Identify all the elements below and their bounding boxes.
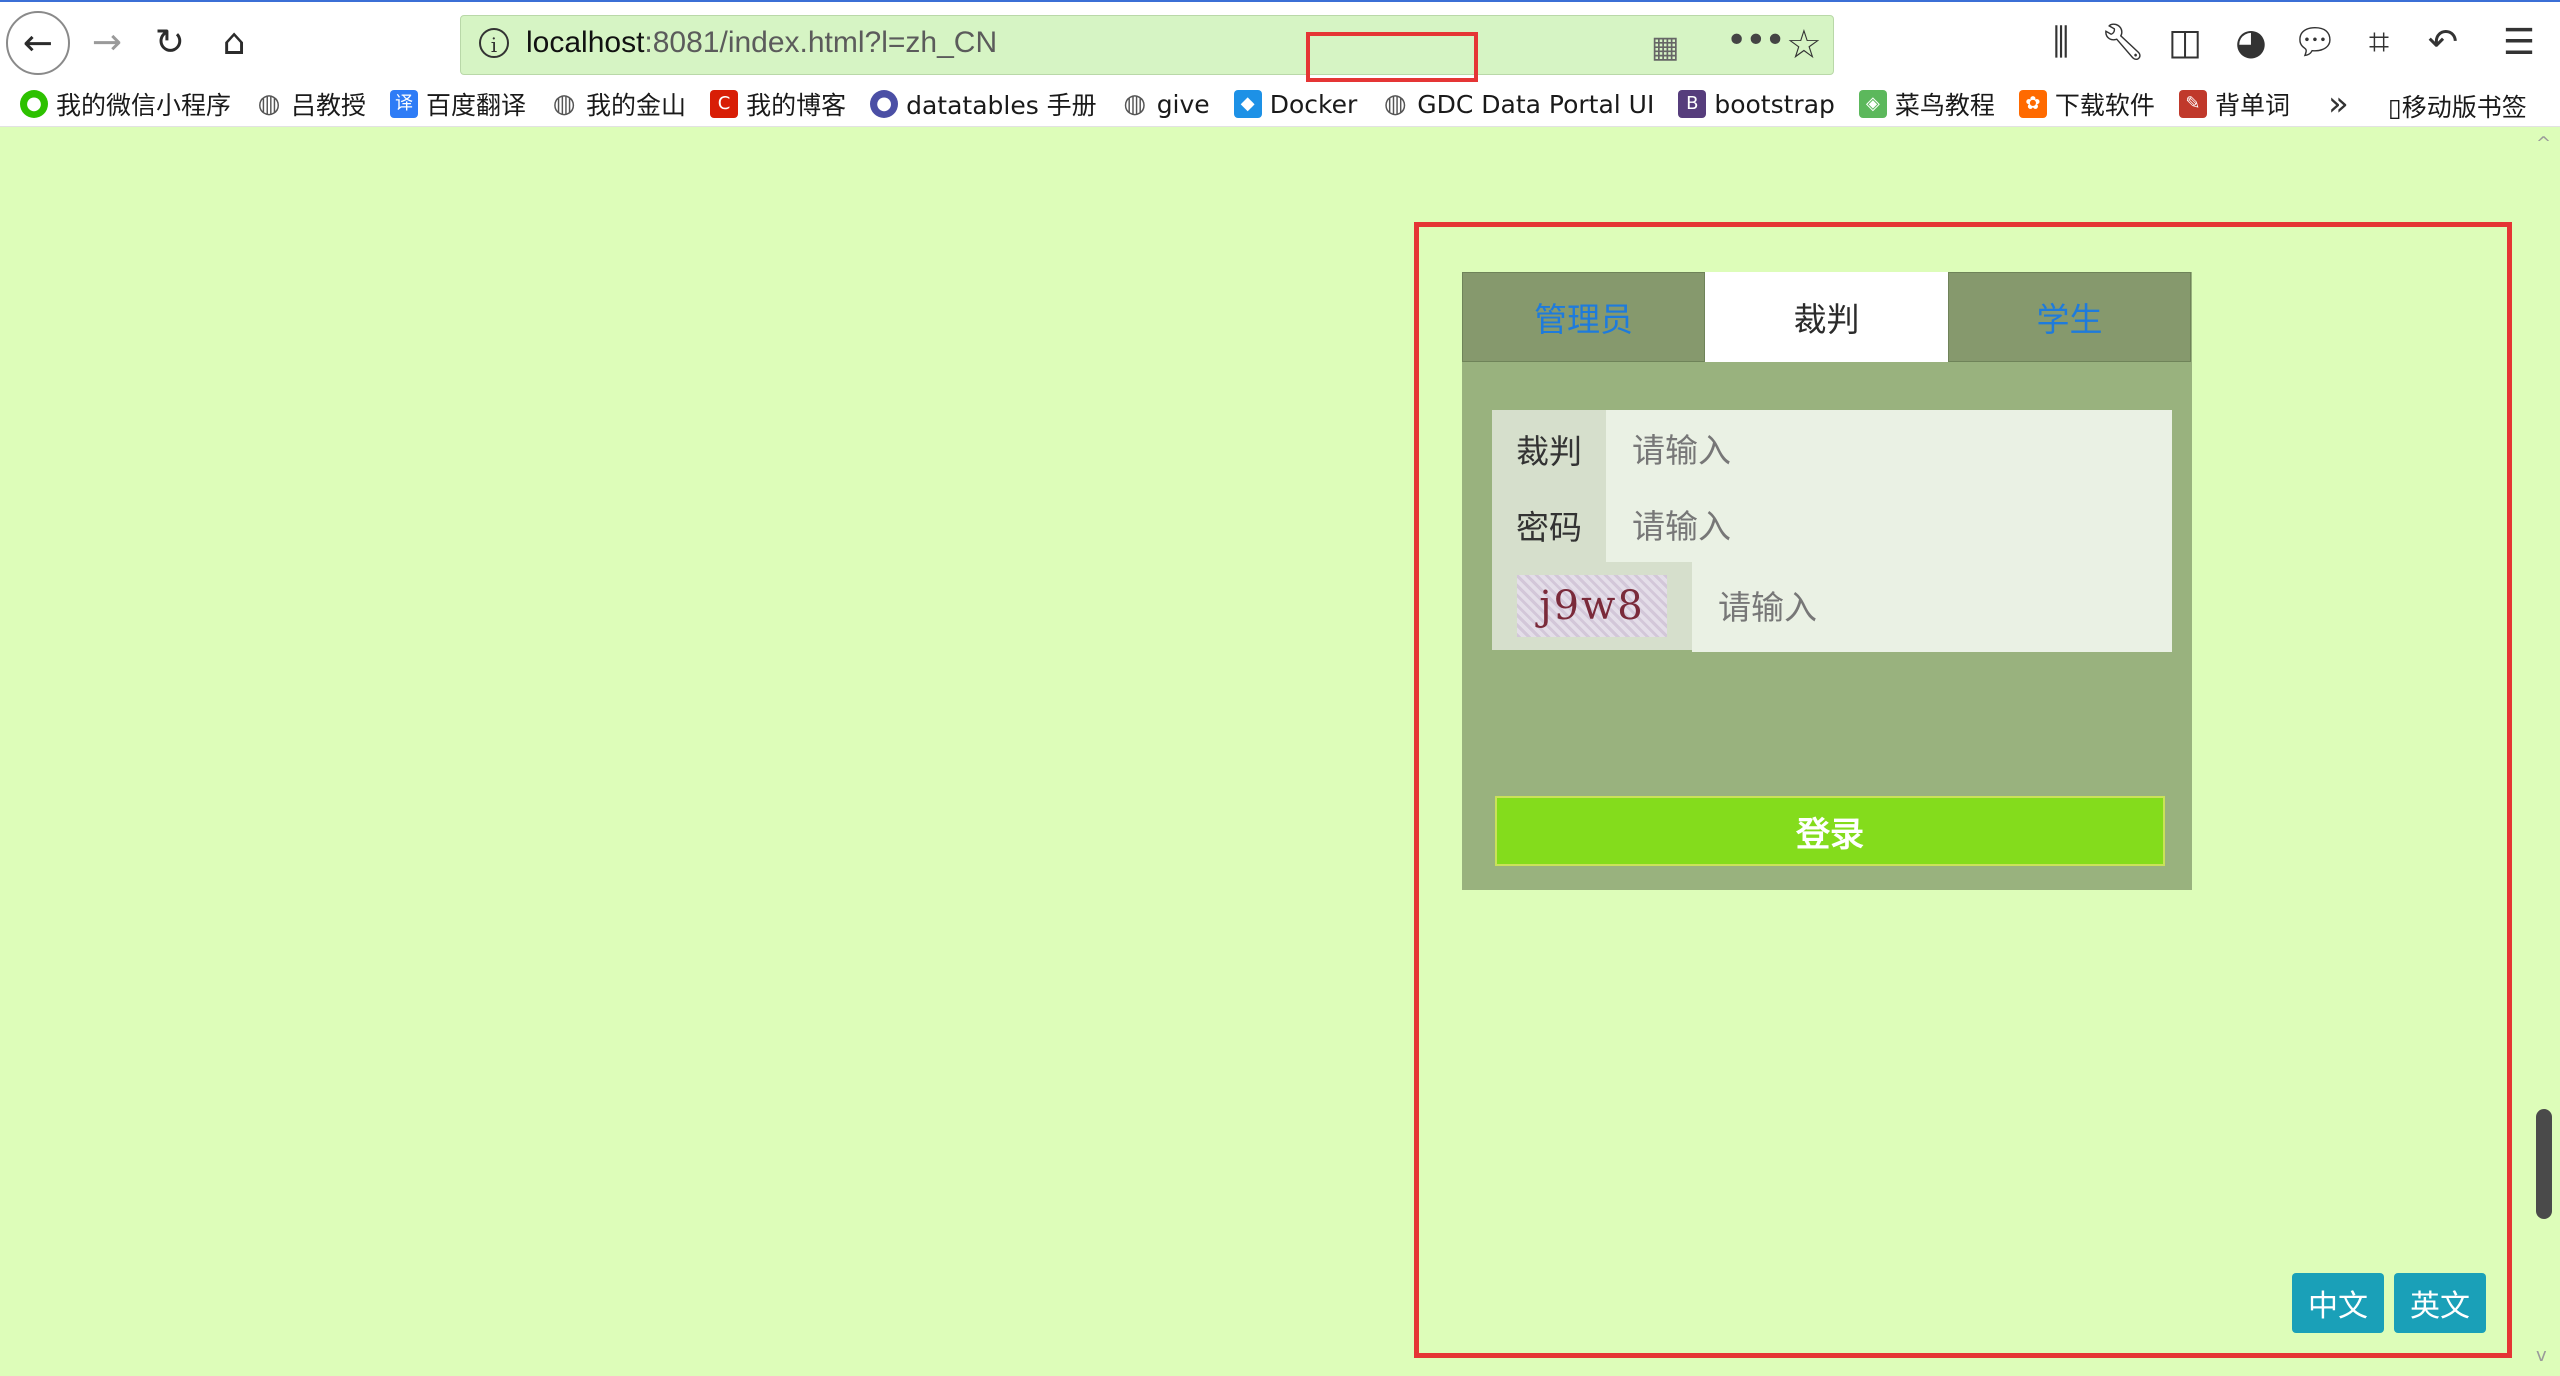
- bookmark-list: ● 我的微信小程序 ◍ 吕教授译百度翻译 ◍ 我的金山 C 我的博客 ● datatables 手…: [20, 82, 2314, 126]
- forward-button[interactable]: →: [75, 10, 139, 74]
- bookmark-item[interactable]: ◍ 吕教授: [255, 86, 366, 122]
- blog-icon: C: [710, 90, 739, 118]
- tab-student[interactable]: 学生: [1948, 272, 2191, 362]
- more-actions-icon[interactable]: •••: [1726, 20, 1786, 61]
- url-param-highlight: [1306, 32, 1478, 82]
- sidebar-icon[interactable]: ◫: [2160, 16, 2210, 70]
- globe-icon: ◍: [1123, 89, 1147, 119]
- bookmark-item[interactable]: C 我的博客: [710, 86, 846, 122]
- bookmark-label: 我的博客: [746, 91, 847, 120]
- runoob-icon: ◈: [1858, 90, 1887, 118]
- bookmark-item[interactable]: ◈ 菜鸟教程: [1858, 86, 1995, 122]
- bookmark-label: datatables 手册: [906, 91, 1097, 120]
- reload-button[interactable]: ↻: [138, 10, 202, 74]
- wechat-icon: ●: [20, 90, 48, 118]
- translate-icon: 译: [390, 90, 419, 118]
- bookmark-item[interactable]: ✿ 下载软件: [2018, 86, 2155, 122]
- role-tabs: 管理员 裁判 学生: [1462, 272, 2192, 364]
- arrow-left-icon: ←: [22, 22, 54, 64]
- bookmarks-bar: ● 我的微信小程序 ◍ 吕教授译百度翻译 ◍ 我的金山 C 我的博客 ● datatables 手…: [0, 82, 2560, 127]
- bookmark-item[interactable]: ✎ 背单词: [2178, 86, 2290, 122]
- arrow-right-icon: →: [91, 21, 123, 63]
- bookmark-label: 下载软件: [2054, 91, 2155, 120]
- library-icon[interactable]: ⫼: [2036, 16, 2086, 70]
- vocab-icon: ✎: [2178, 90, 2207, 118]
- url-text[interactable]: localhost:8081/index.html?l=zh_CN: [526, 26, 997, 60]
- bookmark-label: bootstrap: [1714, 89, 1835, 119]
- scroll-up-icon[interactable]: ^: [2536, 133, 2551, 154]
- home-button[interactable]: ⌂: [202, 10, 266, 74]
- login-button[interactable]: 登录: [1495, 796, 2165, 866]
- home-icon: ⌂: [222, 21, 246, 63]
- download-icon: ✿: [2018, 90, 2047, 118]
- chat-icon[interactable]: 💬︎: [2290, 16, 2340, 70]
- captcha-row: j9w8: [1492, 562, 2172, 652]
- back-button[interactable]: ←: [6, 11, 70, 75]
- username-label: 裁判: [1492, 410, 1606, 488]
- password-label: 密码: [1492, 486, 1606, 564]
- scroll-thumb[interactable]: [2536, 1109, 2552, 1219]
- bookmark-item[interactable]: ◍ GDC Data Portal UI: [1381, 90, 1654, 119]
- bookmark-item[interactable]: ◆ Docker: [1233, 89, 1358, 119]
- english-language-button[interactable]: 英文: [2394, 1273, 2486, 1333]
- globe-icon: ◍: [1383, 89, 1407, 119]
- bookmark-item[interactable]: ● datatables 手册: [870, 86, 1097, 122]
- bookmark-label: Docker: [1269, 89, 1358, 119]
- more-bookmarks-icon[interactable]: »: [2328, 84, 2349, 124]
- bookmark-item[interactable]: Bbootstrap: [1678, 90, 1835, 119]
- scroll-down-icon[interactable]: v: [2536, 1345, 2547, 1366]
- login-form: 管理员 裁判 学生 裁判 密码 j9w8 登录: [1462, 272, 2192, 890]
- bookmark-label: GDC Data Portal UI: [1417, 89, 1655, 119]
- datatables-icon: ●: [870, 90, 899, 118]
- password-input[interactable]: [1606, 486, 2172, 566]
- bookmark-label: 背单词: [2214, 91, 2290, 120]
- info-icon[interactable]: i: [479, 28, 509, 58]
- globe-icon: ◍: [257, 89, 281, 119]
- captcha-cell: j9w8: [1492, 562, 1692, 650]
- bookmark-label: 百度翻译: [426, 91, 527, 120]
- bookmark-item[interactable]: ● 我的微信小程序: [20, 86, 231, 122]
- docker-icon: ◆: [1233, 90, 1262, 118]
- phone-icon: ▯: [2388, 93, 2402, 122]
- bookmark-label: 我的金山: [586, 91, 687, 120]
- bookmark-label: 菜鸟教程: [1894, 91, 1995, 120]
- qr-code-icon[interactable]: ▦: [1651, 30, 1679, 65]
- browser-toolbar: ← → ↻ ⌂ i localhost:8081/index.html?l=zh…: [0, 0, 2560, 84]
- reload-icon: ↻: [154, 21, 186, 63]
- bootstrap-icon: B: [1678, 90, 1707, 118]
- tab-admin[interactable]: 管理员: [1462, 272, 1705, 362]
- captcha-input[interactable]: [1692, 562, 2172, 652]
- crop-icon[interactable]: ⌗: [2354, 16, 2404, 70]
- wrench-icon[interactable]: 🔧︎: [2098, 16, 2148, 70]
- address-bar[interactable]: i localhost:8081/index.html?l=zh_CN ▦ ••…: [460, 15, 1834, 82]
- bookmark-item[interactable]: 译百度翻译: [390, 86, 526, 122]
- undo-icon[interactable]: ↶: [2418, 16, 2468, 70]
- url-path: :8081/index.html?l=zh_CN: [644, 26, 998, 59]
- mobile-bookmarks-label: 移动版书签: [2401, 93, 2527, 122]
- bookmark-star-icon[interactable]: ☆: [1786, 22, 1822, 68]
- captcha-text: j9w8: [1539, 583, 1645, 629]
- password-row: 密码: [1492, 486, 2172, 566]
- mobile-bookmarks[interactable]: ▯移动版书签: [2388, 88, 2527, 124]
- extension-globe-icon[interactable]: ◕: [2226, 16, 2276, 70]
- username-row: 裁判: [1492, 410, 2172, 490]
- menu-icon[interactable]: ☰: [2494, 16, 2544, 70]
- page-scrollbar[interactable]: ^ v: [2530, 127, 2560, 1376]
- captcha-image[interactable]: j9w8: [1517, 575, 1667, 637]
- bookmark-label: give: [1156, 89, 1210, 119]
- tab-referee[interactable]: 裁判: [1705, 272, 1948, 362]
- bookmark-label: 吕教授: [291, 91, 367, 120]
- url-host: localhost: [526, 26, 645, 59]
- bookmark-item[interactable]: ◍ 我的金山: [550, 86, 686, 122]
- chinese-language-button[interactable]: 中文: [2292, 1273, 2384, 1333]
- bookmark-item[interactable]: ◍ give: [1121, 89, 1210, 119]
- username-input[interactable]: [1606, 410, 2172, 490]
- bookmark-label: 我的微信小程序: [56, 91, 232, 120]
- globe-icon: ◍: [552, 89, 576, 119]
